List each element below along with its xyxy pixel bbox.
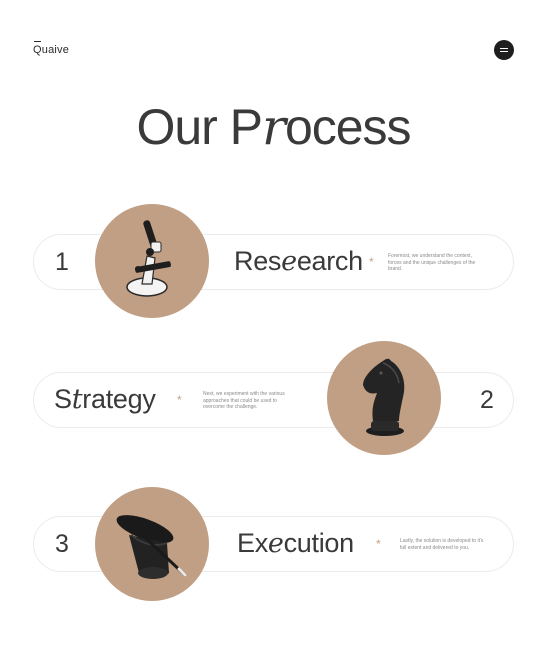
step-title-end: rategy: [82, 384, 156, 414]
step-number: 3: [55, 530, 69, 558]
step-title-start: Ex: [237, 528, 268, 558]
logo-text: Quaive: [33, 44, 70, 56]
step-title-italic: e: [267, 528, 284, 559]
process-step-strategy: 2 Strategy * Next, we experiment with th…: [33, 372, 514, 428]
step-title: Execution: [237, 528, 354, 559]
step-title-start: Res: [234, 246, 282, 276]
hamburger-menu-icon-line: [500, 51, 508, 52]
page-title: Our Process: [0, 98, 547, 156]
magic-hat-icon: [116, 515, 187, 579]
title-prefix: Our P: [136, 99, 263, 155]
asterisk-icon: *: [376, 537, 381, 551]
step-number: 2: [480, 386, 494, 414]
step-title: Reseearch: [234, 246, 363, 277]
step-description: Lastly, the solution is developed to it'…: [400, 538, 484, 551]
menu-button[interactable]: [494, 40, 514, 60]
microscope-icon: [126, 220, 171, 297]
step-title-start: S: [54, 384, 72, 414]
step-description: Foremost, we understand the context, for…: [388, 253, 476, 272]
chess-knight-icon: [363, 358, 405, 436]
title-italic: r: [262, 98, 286, 156]
logo[interactable]: Quaive: [33, 41, 70, 56]
step-title-italic: e: [281, 246, 297, 277]
logo-overline: [34, 41, 41, 42]
step-title-end: earch: [296, 246, 363, 276]
hamburger-menu-icon: [500, 48, 508, 49]
execution-image: [95, 487, 209, 601]
step-title: Strategy: [54, 384, 156, 415]
step-number: 1: [55, 248, 69, 276]
research-image: [95, 204, 209, 318]
title-suffix: ocess: [284, 99, 412, 155]
asterisk-icon: *: [369, 255, 374, 269]
step-title-end: cution: [283, 528, 355, 558]
step-title-italic: t: [71, 384, 83, 415]
step-description: Next, we experiment with the various app…: [203, 391, 285, 410]
asterisk-icon: *: [177, 393, 182, 407]
strategy-image: [327, 341, 441, 455]
